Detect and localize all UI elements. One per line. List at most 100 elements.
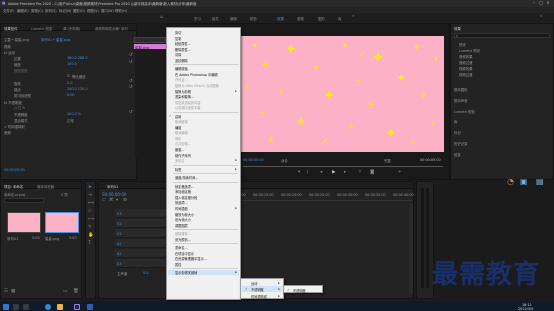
home-icon[interactable]: ⌂ bbox=[160, 15, 163, 21]
sequence-clip-label[interactable]: 序列01 * 星星.png bbox=[41, 37, 70, 42]
search-taskbar-icon[interactable] bbox=[13, 303, 19, 310]
delete-icon[interactable]: 🗑 bbox=[73, 289, 79, 295]
program-scrubber[interactable] bbox=[243, 166, 443, 167]
lift-icon[interactable]: ⇧ bbox=[358, 170, 362, 176]
position-value[interactable]: 360.0 288.0 bbox=[67, 56, 88, 60]
section-markers[interactable]: 标记 bbox=[454, 130, 461, 135]
tab-sequence[interactable]: 序列01 bbox=[107, 184, 118, 189]
context-menu-item[interactable]: 属性 bbox=[175, 262, 181, 267]
file-explorer-icon[interactable] bbox=[57, 303, 63, 310]
step-forward-icon[interactable]: ▸ bbox=[344, 170, 346, 176]
effect-controls-timecode[interactable]: 00:00:00:00 bbox=[4, 168, 25, 172]
step-back-icon[interactable]: ◂ bbox=[320, 170, 322, 176]
opacity-value[interactable]: 100.0 % bbox=[67, 112, 81, 116]
context-menu-item[interactable]: 在项目中显示 bbox=[175, 251, 194, 256]
effects-item-audio-transitions[interactable]: 音频过渡 bbox=[459, 60, 473, 65]
tab-lumetri-scopes[interactable]: Lumetri 范围 bbox=[31, 26, 52, 31]
effect-controls-clip-bar[interactable]: 星星.png bbox=[134, 44, 166, 50]
mask-tools[interactable]: ○ □ ✎ bbox=[14, 106, 25, 110]
context-menu-item[interactable]: 删除属性... bbox=[175, 47, 191, 52]
project-item-thumbnail[interactable] bbox=[7, 212, 41, 233]
export-frame-icon[interactable]: ◙ bbox=[370, 170, 374, 176]
effects-item-video-transitions[interactable]: 视频过渡 bbox=[459, 72, 473, 77]
close-icon[interactable]: × bbox=[546, 1, 550, 5]
effects-item-audio-effects[interactable]: 音频效果 bbox=[459, 54, 473, 59]
track-header-a3[interactable]: A3 bbox=[115, 259, 167, 268]
task-view-icon[interactable] bbox=[23, 303, 29, 310]
section-history[interactable]: 历史记录 bbox=[454, 141, 468, 146]
context-menu-item[interactable]: 同步 bbox=[175, 136, 181, 141]
context-menu-item[interactable]: 取消链接 bbox=[175, 119, 188, 124]
workspace-color[interactable]: 颜色 bbox=[250, 16, 257, 21]
start-icon[interactable] bbox=[3, 303, 9, 310]
context-menu-item[interactable]: 嵌套... bbox=[175, 147, 184, 152]
timeline-vertical-scrollbar[interactable] bbox=[409, 204, 413, 294]
track-header-a1[interactable]: A1 bbox=[115, 239, 167, 248]
slip-tool-icon[interactable]: ⟷ bbox=[88, 217, 94, 223]
flicker-value[interactable]: 0.00 bbox=[67, 93, 75, 97]
context-menu-item[interactable]: 剪切 bbox=[175, 30, 181, 35]
effects-item-video-effects[interactable]: 视频效果 bbox=[459, 66, 473, 71]
mark-in-icon[interactable]: ▾ bbox=[298, 170, 300, 176]
uniform-scale-checkbox[interactable]: ☑ bbox=[67, 74, 70, 78]
context-menu-item[interactable]: 多机位 bbox=[175, 158, 185, 163]
context-menu-item[interactable]: 从剪辑中还原字幕 bbox=[175, 105, 201, 110]
master-track-value[interactable]: 0.0 bbox=[143, 271, 148, 275]
tab-project[interactable]: 项目: 未命名 bbox=[4, 184, 23, 189]
settings-icon[interactable]: ⚙ bbox=[123, 198, 127, 204]
context-menu-item[interactable]: 编辑原始 bbox=[175, 66, 188, 71]
timeline-timecode[interactable]: 00:00:00:00 bbox=[102, 192, 126, 197]
context-menu-item[interactable]: 编组 bbox=[175, 125, 181, 130]
workspace-effects[interactable]: 效果 bbox=[277, 16, 284, 21]
tab-effect-controls[interactable]: 效果控件 bbox=[4, 26, 18, 31]
context-menu-item[interactable]: 清除 bbox=[175, 52, 181, 57]
context-menu-item[interactable]: 链接媒体... bbox=[175, 231, 191, 236]
search-icon[interactable]: ⌕ bbox=[540, 14, 543, 20]
maximize-icon[interactable]: □ bbox=[539, 1, 543, 5]
tab-audio-clip-mixer[interactable]: 音频剪辑混合器: 序列 bbox=[95, 26, 128, 31]
context-menu-item[interactable]: 恢复未渲染的内容 bbox=[175, 100, 201, 105]
section-essential-sound[interactable]: 基本声音 bbox=[454, 98, 468, 103]
reset-icon[interactable]: ↺ bbox=[129, 60, 133, 66]
context-menu-item[interactable]: 复制 bbox=[175, 36, 181, 41]
minimize-icon[interactable]: – bbox=[532, 1, 536, 5]
reset-icon[interactable]: ↺ bbox=[129, 53, 133, 59]
rotation-value[interactable]: 0.0 bbox=[67, 81, 72, 85]
section-libraries[interactable]: 库 bbox=[454, 119, 457, 124]
context-menu-item[interactable]: 设为帧大小 bbox=[175, 217, 191, 222]
section-info[interactable]: 信息 bbox=[454, 152, 461, 157]
play-icon[interactable]: ▶ bbox=[332, 170, 335, 176]
context-menu-item[interactable]: 速度/持续时间... bbox=[175, 175, 198, 180]
context-menu-item[interactable]: 许可证... bbox=[175, 77, 188, 82]
reset-icon[interactable]: ↺ bbox=[129, 110, 133, 116]
track-select-icon[interactable]: ⇥ bbox=[88, 193, 92, 199]
reset-icon[interactable]: ↺ bbox=[129, 79, 133, 85]
context-menu-item[interactable]: 时间插值 bbox=[175, 206, 188, 211]
motion-effect[interactable]: fx 运动 bbox=[4, 50, 15, 55]
context-menu-item[interactable]: 制作子序列 bbox=[175, 153, 191, 158]
context-menu-item[interactable]: 帧定格选项... bbox=[175, 184, 194, 189]
anchor-value[interactable]: 200.0 120.0 bbox=[67, 87, 88, 91]
submenu-item-motion[interactable]: 运动 bbox=[251, 281, 257, 286]
premiere-icon[interactable] bbox=[74, 303, 80, 310]
section-essential-graphics[interactable]: 基本图形 bbox=[454, 87, 468, 92]
workspace-editing[interactable]: 编辑 bbox=[230, 16, 237, 21]
effects-item-presets[interactable]: 预设 bbox=[459, 42, 466, 47]
context-menu-item[interactable]: 合并剪辑... bbox=[175, 141, 191, 146]
scale-value[interactable]: 100.0 bbox=[67, 62, 77, 66]
razor-tool-icon[interactable]: ◇ bbox=[88, 209, 91, 215]
context-menu-item[interactable]: 渲染和替换... bbox=[175, 94, 194, 99]
context-menu-item[interactable]: 替换为剪辑 bbox=[175, 89, 191, 94]
program-fit-select[interactable]: 适合 bbox=[281, 158, 288, 163]
type-tool-icon[interactable]: T bbox=[88, 241, 91, 247]
effects-item-lumetri-presets[interactable]: Lumetri 预设 bbox=[459, 48, 480, 53]
context-menu-item[interactable]: 取消编组 bbox=[175, 130, 188, 135]
context-menu-item[interactable]: 波纹删除 bbox=[175, 58, 188, 63]
context-menu-item[interactable]: 粘贴属性... bbox=[175, 41, 191, 46]
timer-icon[interactable]: ◔ bbox=[507, 178, 514, 186]
opacity-effect[interactable]: fx 不透明度 bbox=[4, 100, 22, 105]
chat-icon[interactable]: ▣ bbox=[520, 178, 528, 186]
workspace-libraries[interactable]: 库 bbox=[338, 16, 341, 21]
mark-out-icon[interactable]: | bbox=[307, 170, 309, 176]
linked-selection-icon[interactable]: ⌘ bbox=[109, 198, 114, 204]
